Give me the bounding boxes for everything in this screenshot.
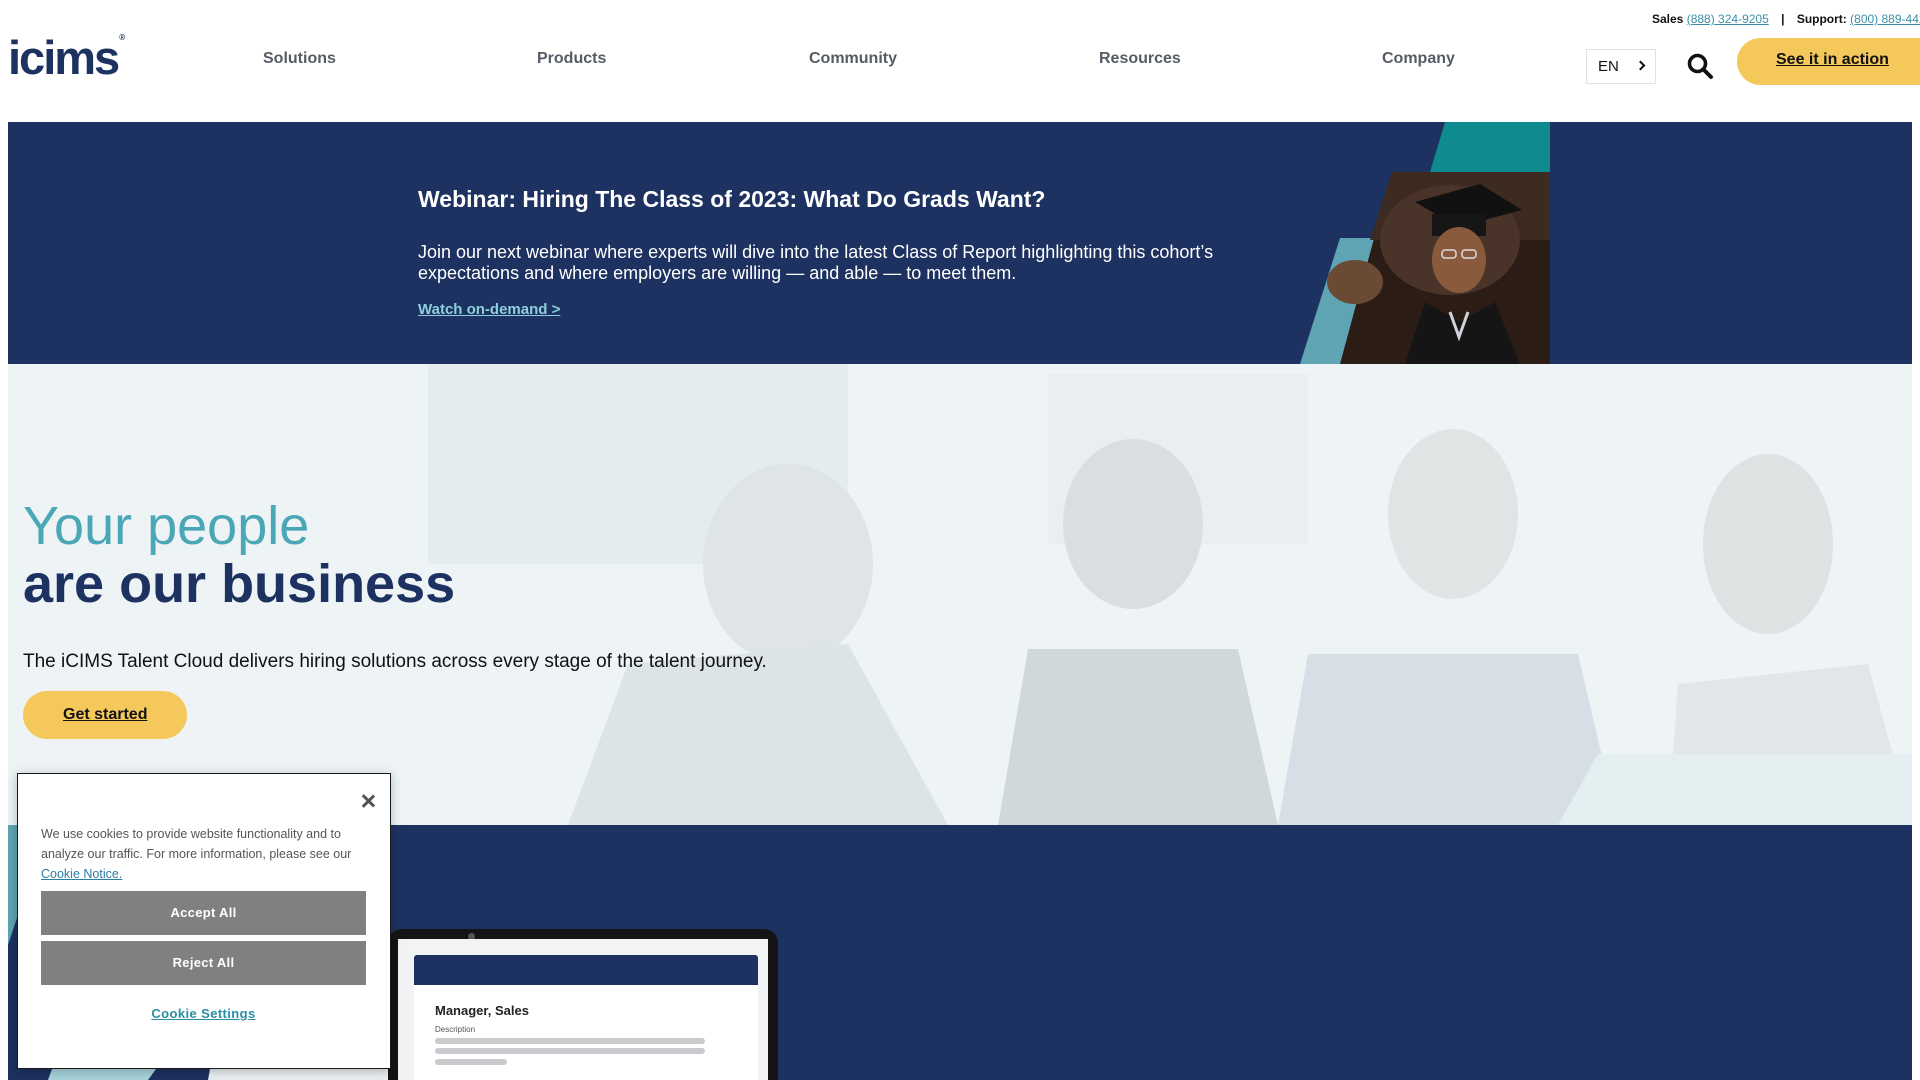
logo-text: icims: [8, 31, 120, 84]
sales-label: Sales: [1652, 12, 1684, 26]
search-button[interactable]: [1686, 52, 1714, 80]
accept-all-button[interactable]: Accept All: [41, 891, 366, 935]
hero-subtext: The iCIMS Talent Cloud delivers hiring s…: [23, 651, 767, 672]
logo-registered-mark: ®: [119, 33, 126, 42]
laptop-screen: Manager, Sales Description: [398, 939, 768, 1080]
cookie-message: We use cookies to provide website functi…: [41, 824, 371, 884]
reject-all-button[interactable]: Reject All: [41, 941, 366, 985]
language-value: EN: [1598, 58, 1619, 75]
hero-headline-line2: are our business: [23, 554, 456, 614]
laptop-mockup: Manager, Sales Description: [388, 929, 778, 1080]
banner-description: Join our next webinar where experts will…: [418, 242, 1214, 283]
search-icon: [1687, 53, 1713, 79]
placeholder-line: [435, 1048, 705, 1054]
cookie-consent-dialog: We use cookies to provide website functi…: [17, 773, 391, 1069]
close-icon[interactable]: [359, 792, 377, 810]
utility-separator: |: [1781, 12, 1785, 26]
cookie-settings-link[interactable]: Cookie Settings: [41, 1006, 366, 1021]
webinar-banner: Webinar: Hiring The Class of 2023: What …: [8, 122, 1912, 364]
graduate-photo-graphic: [1300, 122, 1550, 364]
placeholder-line: [435, 1038, 705, 1044]
nav-item-solutions[interactable]: Solutions: [263, 50, 336, 68]
utility-bar: Sales (888) 324-9205 | Support: (800) 88…: [1652, 12, 1920, 26]
language-selector[interactable]: EN: [1586, 49, 1656, 84]
app-header-bar: [414, 955, 758, 985]
job-title: Manager, Sales: [435, 1003, 529, 1018]
chevron-right-icon: [1635, 60, 1646, 71]
placeholder-line: [435, 1059, 507, 1065]
get-started-button[interactable]: Get started: [23, 691, 187, 739]
cookie-message-text: We use cookies to provide website functi…: [41, 827, 352, 861]
nav-item-community[interactable]: Community: [809, 50, 897, 68]
see-it-in-action-button[interactable]: See it in action: [1737, 38, 1920, 85]
support-label: Support:: [1796, 12, 1847, 26]
hero-headline-line1: Your people: [23, 496, 310, 556]
icims-logo[interactable]: icims®: [8, 31, 126, 84]
banner-title: Webinar: Hiring The Class of 2023: What …: [418, 186, 1046, 212]
watch-on-demand-link[interactable]: Watch on-demand >: [418, 301, 560, 318]
job-card: Manager, Sales Description: [414, 985, 758, 1080]
support-phone-link[interactable]: (800) 889-4422: [1850, 12, 1920, 26]
description-label: Description: [435, 1025, 476, 1034]
nav-item-products[interactable]: Products: [537, 50, 606, 68]
hero-section: Your people are our business The iCIMS T…: [8, 364, 1912, 825]
cookie-notice-link[interactable]: Cookie Notice.: [41, 867, 122, 881]
nav-item-company[interactable]: Company: [1382, 50, 1455, 68]
sales-phone-link[interactable]: (888) 324-9205: [1687, 12, 1769, 26]
nav-item-resources[interactable]: Resources: [1099, 50, 1181, 68]
